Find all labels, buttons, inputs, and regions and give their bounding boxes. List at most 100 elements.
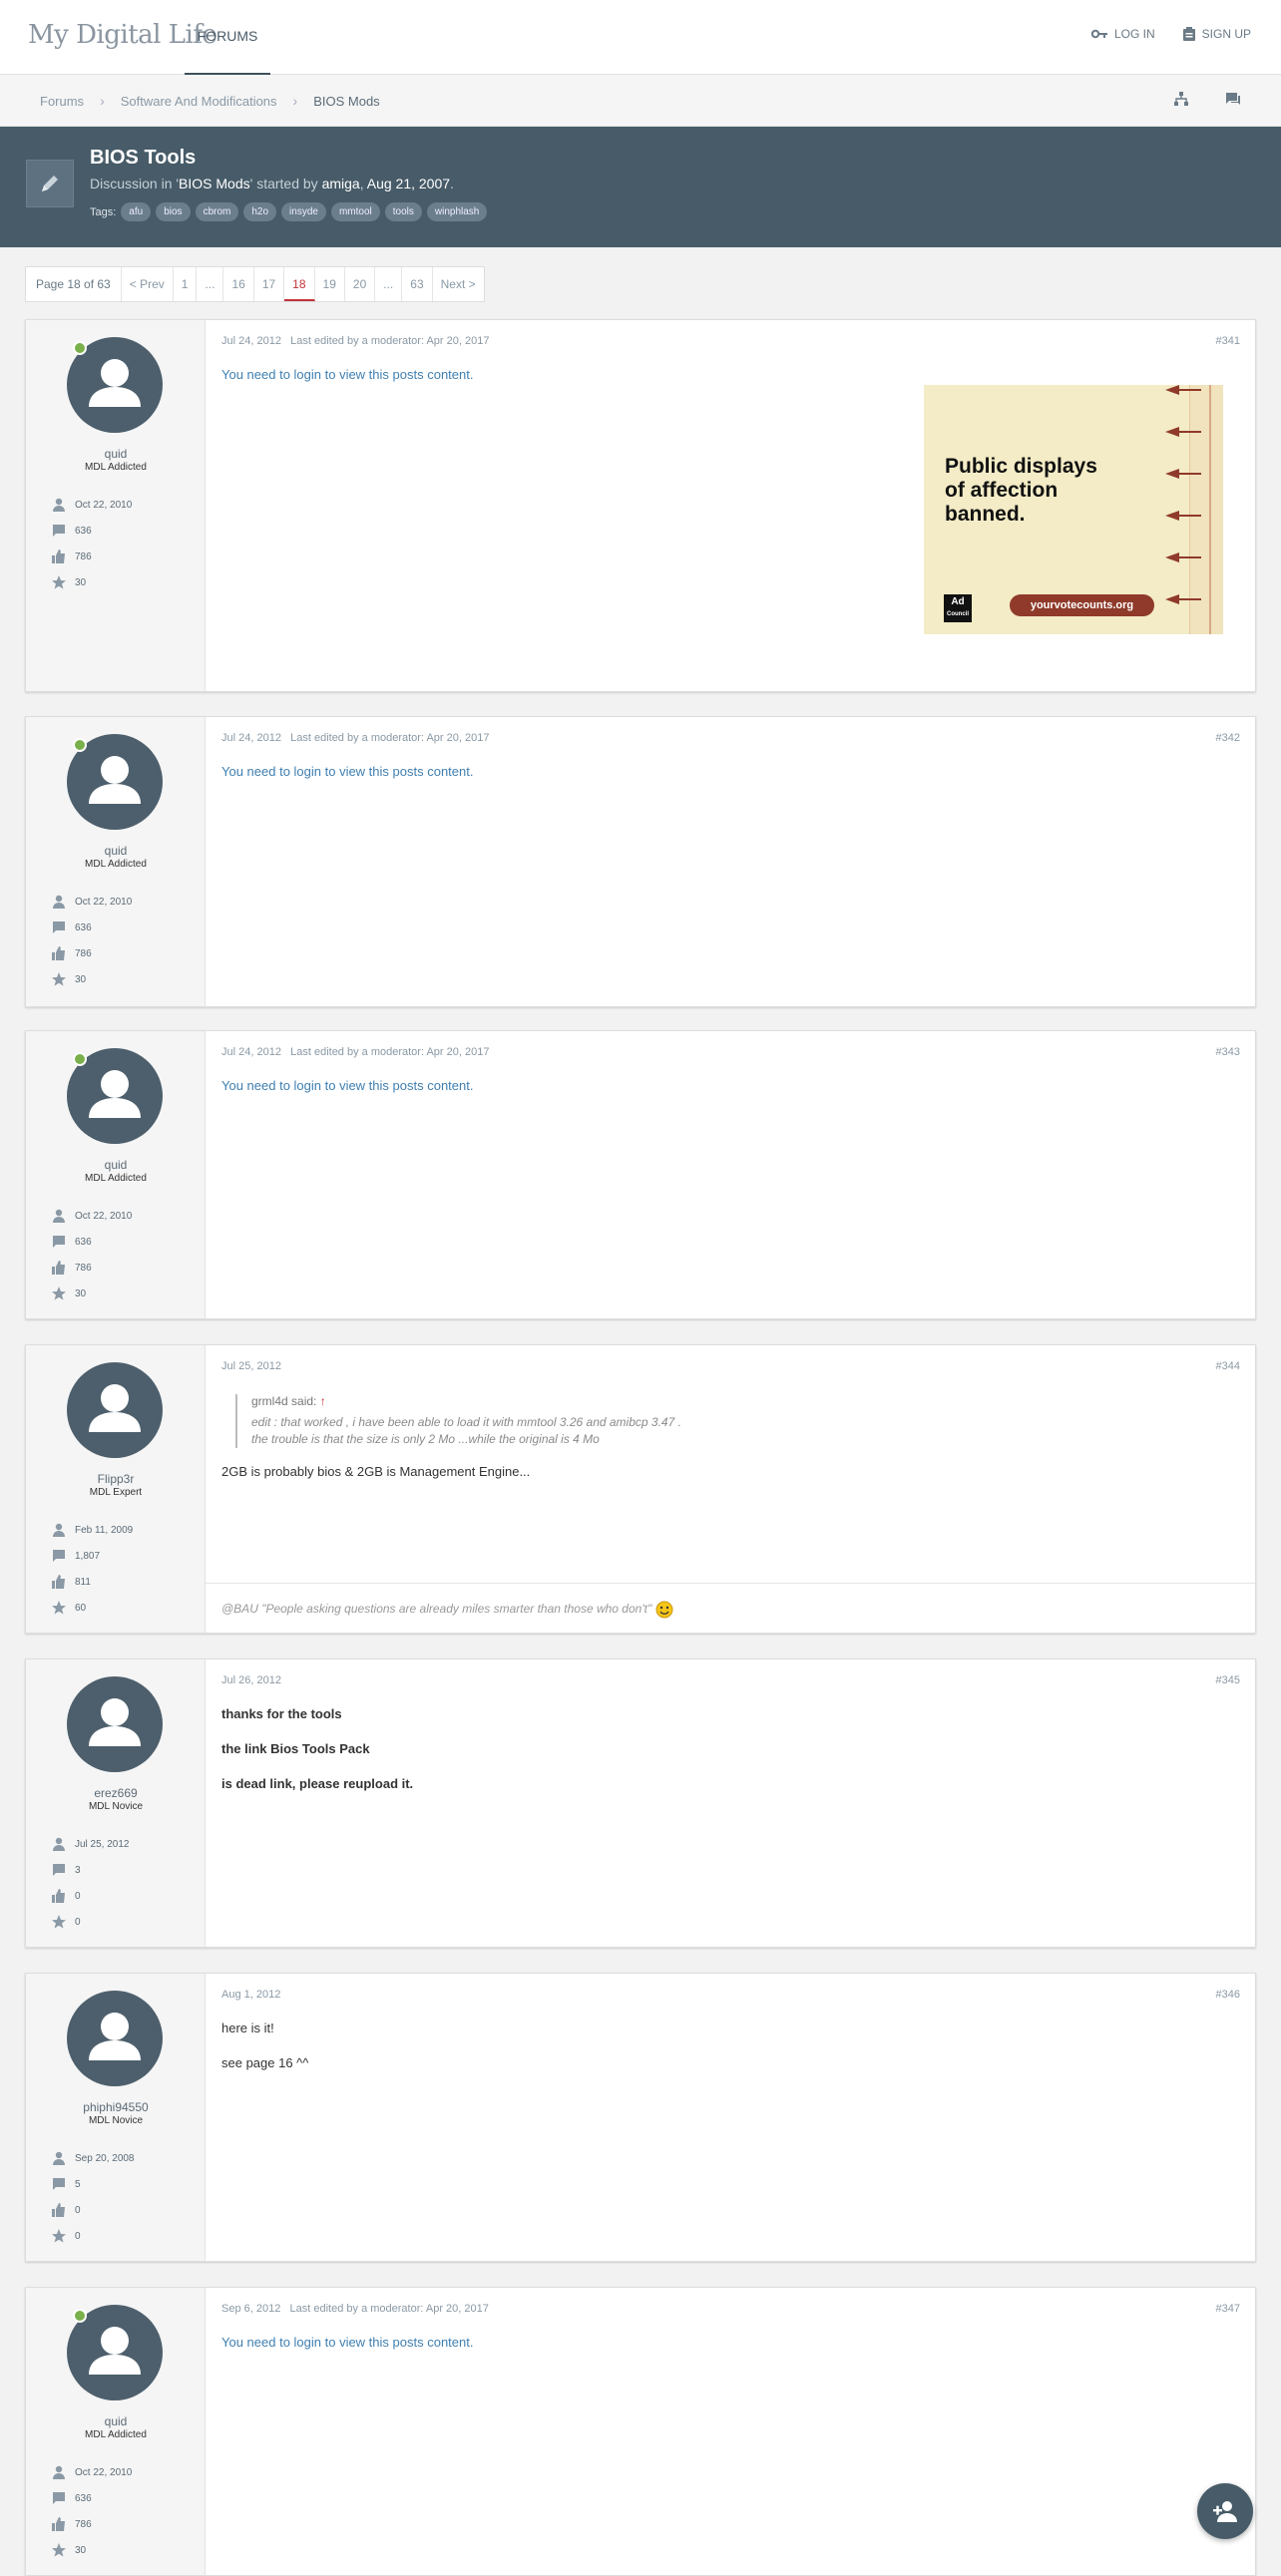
username[interactable]: quid <box>26 1158 206 1172</box>
tag[interactable]: h2o <box>243 202 277 221</box>
key-icon <box>1090 29 1107 39</box>
message-count: 636 <box>75 2492 92 2504</box>
post-number[interactable]: #347 <box>1216 2303 1240 2315</box>
ad-line <box>1209 385 1211 634</box>
breadcrumb-bios-mods[interactable]: BIOS Mods <box>313 94 379 109</box>
post-date[interactable]: Sep 6, 2012 <box>221 2303 280 2315</box>
message-icon <box>53 1864 65 1876</box>
page-ellipsis[interactable]: ... <box>375 267 403 301</box>
user-rank: MDL Novice <box>88 2115 144 2126</box>
user-stats: Sep 20, 2008 5 0 0 <box>52 2145 135 2249</box>
pagination: Page 18 of 63 < Prev 1 ... 16 17 18 19 2… <box>25 266 485 302</box>
user-icon <box>53 2151 65 2165</box>
ad-council-logo: Ad Council <box>944 594 972 622</box>
ad-headline: Public displays of affection banned. <box>945 455 1097 527</box>
post-body: You need to login to view this posts con… <box>221 764 1235 779</box>
login-to-view-link[interactable]: You need to login to view this posts con… <box>221 2335 473 2350</box>
breadcrumb-forums[interactable]: Forums <box>40 94 84 109</box>
post-date[interactable]: Jul 24, 2012 <box>221 1046 281 1058</box>
next-page-button[interactable]: Next > <box>433 267 484 301</box>
page-link[interactable]: 17 <box>254 267 285 301</box>
tag[interactable]: bios <box>156 202 191 221</box>
user-icon <box>89 1698 141 1746</box>
like-count: 786 <box>75 551 92 562</box>
joined-date: Feb 11, 2009 <box>75 1524 134 1536</box>
thread-date: Aug 21, 2007 <box>366 176 451 191</box>
sitemap-icon[interactable] <box>1173 91 1189 107</box>
post-number[interactable]: #344 <box>1216 1360 1240 1372</box>
page-ellipsis[interactable]: ... <box>197 267 224 301</box>
tag[interactable]: tools <box>384 202 422 221</box>
username[interactable]: erez669 <box>26 1786 206 1800</box>
page-link[interactable]: 1 <box>174 267 198 301</box>
user-stats: Jul 25, 2012 3 0 0 <box>52 1831 130 1935</box>
user-rank: MDL Addicted <box>85 859 147 870</box>
username[interactable]: Flipp3r <box>26 1472 206 1486</box>
user-stats: Oct 22, 2010 636 786 30 <box>52 889 132 992</box>
login-to-view-link[interactable]: You need to login to view this posts con… <box>221 1078 473 1093</box>
page-link[interactable]: 16 <box>223 267 254 301</box>
prev-page-button[interactable]: < Prev <box>122 267 174 301</box>
user-stats: Feb 11, 2009 1,807 811 60 <box>52 1517 133 1621</box>
username[interactable]: quid <box>26 447 206 461</box>
chat-icon[interactable] <box>1225 91 1241 107</box>
post-date[interactable]: Jul 24, 2012 <box>221 732 281 744</box>
user-rank: MDL Expert <box>89 1487 143 1498</box>
signup-link[interactable]: SIGN UP <box>1182 27 1251 41</box>
message-icon <box>53 1236 65 1248</box>
breadcrumb-bar: Forums › Software And Modifications › BI… <box>0 75 1281 127</box>
post: quid MDL Addicted Oct 22, 2010 636 786 3… <box>25 716 1256 1007</box>
page-link[interactable]: 63 <box>402 267 433 301</box>
thread-description: Discussion in 'BIOS Mods' started by ami… <box>90 176 454 191</box>
post-meta: Jul 25, 2012 <box>221 1360 281 1372</box>
advertisement[interactable]: Public displays of affection banned. Ad … <box>924 385 1223 634</box>
post-number[interactable]: #345 <box>1216 1674 1240 1686</box>
page-link-active[interactable]: 18 <box>284 267 315 301</box>
quote-attribution[interactable]: grml4d said: <box>251 1394 316 1408</box>
login-to-view-link[interactable]: You need to login to view this posts con… <box>221 764 473 779</box>
post-number[interactable]: #341 <box>1216 335 1240 347</box>
tag[interactable]: mmtool <box>330 202 380 221</box>
post-date[interactable]: Jul 24, 2012 <box>221 335 281 347</box>
tag[interactable]: afu <box>121 202 152 221</box>
page-indicator[interactable]: Page 18 of 63 <box>26 267 122 301</box>
nav-forums[interactable]: FORUMS <box>185 0 270 75</box>
post: erez669 MDL Novice Jul 25, 2012 3 0 0 Ju… <box>25 1658 1256 1948</box>
pencil-icon <box>42 176 58 191</box>
avatar[interactable] <box>67 1676 163 1772</box>
post-number[interactable]: #343 <box>1216 1046 1240 1058</box>
post-date[interactable]: Jul 26, 2012 <box>221 1674 281 1686</box>
thread-title: BIOS Tools <box>90 147 197 169</box>
post-number[interactable]: #346 <box>1216 1989 1240 2001</box>
add-user-button[interactable] <box>1197 2483 1253 2539</box>
breadcrumb-software[interactable]: Software And Modifications <box>121 94 277 109</box>
points-count: 0 <box>75 2230 81 2242</box>
author-link[interactable]: amiga <box>322 176 360 191</box>
ad-url[interactable]: yourvotecounts.org <box>1010 594 1154 616</box>
login-to-view-link[interactable]: You need to login to view this posts con… <box>221 367 473 382</box>
add-user-icon <box>1213 2501 1237 2522</box>
tag[interactable]: winphlash <box>426 202 488 221</box>
edited-note: Last edited by a moderator: Apr 20, 2017 <box>290 335 490 347</box>
tag[interactable]: insyde <box>281 202 326 221</box>
like-count: 786 <box>75 947 92 959</box>
username[interactable]: phiphi94550 <box>26 2100 206 2114</box>
online-indicator <box>73 2309 87 2323</box>
message-icon <box>53 2178 65 2190</box>
avatar[interactable] <box>67 1362 163 1458</box>
login-link[interactable]: LOG IN <box>1090 27 1155 41</box>
username[interactable]: quid <box>26 844 206 858</box>
user-stats: Oct 22, 2010 636 786 30 <box>52 492 132 595</box>
page-link[interactable]: 20 <box>345 267 376 301</box>
arrow-up-icon[interactable]: ↑ <box>320 1394 326 1408</box>
post: quid MDL Addicted Oct 22, 2010 636 786 3… <box>25 2287 1256 2576</box>
page-link[interactable]: 19 <box>315 267 345 301</box>
user-icon <box>89 1384 141 1432</box>
tag[interactable]: cbrom <box>195 202 239 221</box>
post-date[interactable]: Aug 1, 2012 <box>221 1989 280 2001</box>
forum-link[interactable]: BIOS Mods <box>179 176 250 191</box>
post-number[interactable]: #342 <box>1216 732 1240 744</box>
username[interactable]: quid <box>26 2414 206 2428</box>
avatar[interactable] <box>67 1991 163 2086</box>
post-date[interactable]: Jul 25, 2012 <box>221 1360 281 1372</box>
